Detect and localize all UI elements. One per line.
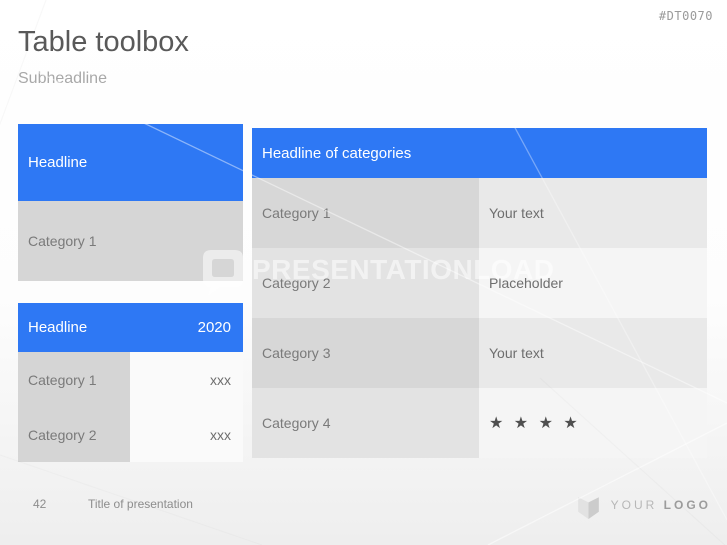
footer-presentation-title: Title of presentation <box>88 497 193 511</box>
table-simple-header-label: Headline <box>28 154 87 171</box>
category-label: Category 4 <box>252 388 479 458</box>
table-categories: Headline of categories 2020 Category 1 Y… <box>252 128 707 458</box>
category-label: Category 2 <box>18 407 130 462</box>
table-row: Category 4 ★ ★ ★ ★ <box>252 388 707 458</box>
table-row: Category 2 xxx <box>18 407 243 462</box>
page-title: Table toolbox <box>18 27 189 59</box>
logo-word-light: YOUR <box>611 498 658 512</box>
category-value: xxx <box>130 407 243 462</box>
table-row: Category 2 Placeholder <box>252 248 707 318</box>
table-small-header-label: Headline <box>28 319 87 336</box>
table-row: Category 3 Your text <box>252 318 707 388</box>
category-label: Category 1 <box>18 352 130 407</box>
category-label: Category 1 <box>252 178 479 248</box>
table-small-header-year: 2020 <box>198 319 231 336</box>
table-small: Headline 2020 Category 1 xxx Category 2 … <box>18 303 243 462</box>
table-row: Category 1 Your text <box>252 178 707 248</box>
product-code: #DT0070 <box>659 9 713 23</box>
category-label: Category 2 <box>252 248 479 318</box>
category-value: Your text <box>479 318 707 388</box>
category-value: xxx <box>130 352 243 407</box>
category-value: Placeholder <box>479 248 707 318</box>
star-rating-icon: ★ ★ ★ ★ <box>489 413 581 433</box>
page-subtitle: Subheadline <box>18 70 107 88</box>
table-small-header: Headline 2020 <box>18 303 243 352</box>
cube-logo-icon <box>576 490 601 519</box>
table-categories-header-label: Headline of categories <box>262 145 411 162</box>
slide: #DT0070 Table toolbox Subheadline Headli… <box>0 0 727 545</box>
table-categories-header: Headline of categories 2020 <box>252 128 707 178</box>
logo-text: YOUR LOGO <box>611 498 711 512</box>
table-simple-header: Headline <box>18 124 243 201</box>
table-simple: Headline Category 1 <box>18 124 243 281</box>
page-number: 42 <box>33 497 46 511</box>
logo-word-bold: LOGO <box>664 498 711 512</box>
table-row: Category 1 <box>18 201 243 281</box>
table-row: Category 1 xxx <box>18 352 243 407</box>
category-value: Your text <box>479 178 707 248</box>
brand-logo: YOUR LOGO <box>576 490 711 519</box>
category-label: Category 1 <box>18 233 96 249</box>
category-label: Category 3 <box>252 318 479 388</box>
